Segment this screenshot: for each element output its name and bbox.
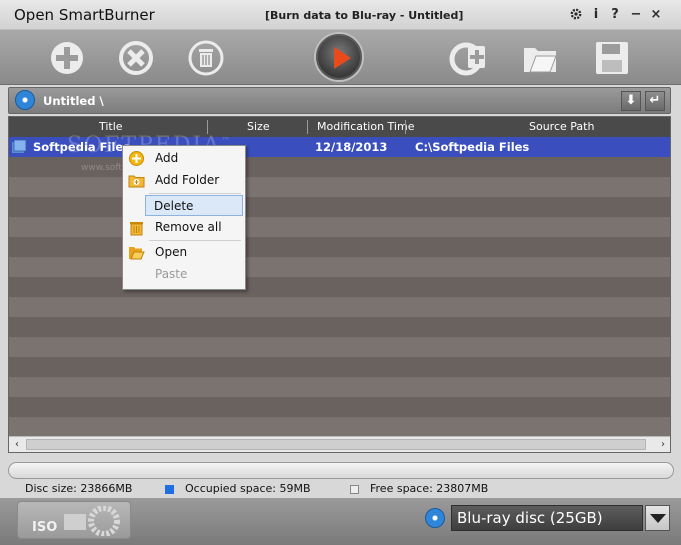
burn-play-icon [334,47,351,69]
chevron-down-icon[interactable] [645,505,670,531]
folder-icon [12,139,27,153]
add-folder-icon [128,175,145,188]
open-folder-button[interactable] [520,38,560,78]
breadcrumb-path: Untitled \ [43,94,104,108]
menu-item-add-folder[interactable]: Add Folder [125,170,243,191]
remove-icon [119,41,153,75]
back-arrow-icon[interactable]: ↵ [645,91,665,111]
disc-icon [15,90,35,110]
burn-button[interactable] [316,34,362,80]
save-icon [596,42,628,74]
menu-item-paste[interactable]: Paste [125,264,243,285]
disc-size-text: Disc size: 23866MB [25,482,133,495]
scroll-right-icon[interactable]: › [656,438,670,452]
trash-icon [130,222,143,236]
empty-row [9,417,670,437]
menu-item-remove-all[interactable]: Remove all [125,217,243,238]
empty-row [9,357,670,377]
table-body: Softpedia Files 12/18/2013 C:\Softpedia … [9,137,670,437]
iso-button[interactable]: ISO [17,501,131,539]
free-legend-icon [350,485,359,494]
breadcrumb: Untitled \ ⬇ ↵ [8,87,671,114]
occupied-legend-icon [165,485,174,494]
empty-row [9,197,670,217]
close-icon[interactable]: × [648,7,664,23]
trash-icon [188,40,224,76]
menu-item-open[interactable]: Open [125,242,243,263]
row-modified: 12/18/2013 [315,140,388,154]
scroll-thumb[interactable] [26,439,646,450]
remove-button[interactable] [116,38,156,78]
add-disc-icon [449,42,485,76]
column-title[interactable]: Title [99,120,123,133]
context-menu: Add Add Folder Delete Remove all Open Pa… [122,145,246,290]
scroll-left-icon[interactable]: ‹ [10,438,24,452]
minimize-icon[interactable]: − [628,7,644,23]
trash-button[interactable] [186,38,226,78]
disc-type-value[interactable]: Blu-ray disc (25GB) [451,505,643,531]
menu-item-delete[interactable]: Delete [145,195,243,216]
gear-icon[interactable] [568,7,584,23]
empty-row [9,237,670,257]
empty-row [9,277,670,297]
empty-row [9,397,670,417]
empty-row [9,217,670,237]
column-source-path[interactable]: Source Path [529,120,594,133]
empty-row [9,317,670,337]
empty-row [9,257,670,277]
open-folder-icon [129,247,145,260]
bottom-bar: ISO Blu-ray disc (25GB) [0,498,681,545]
help-icon[interactable]: ? [607,7,623,23]
save-button[interactable] [592,38,632,78]
title-bar: Open SmartBurner [Burn data to Blu-ray -… [0,0,681,30]
add-disc-button[interactable] [449,38,489,78]
free-space-text: Free space: 23807MB [370,482,489,495]
open-folder-icon [524,48,557,73]
app-title: Open SmartBurner [14,6,155,24]
empty-row [9,337,670,357]
column-modified[interactable]: Modification Time [317,120,414,133]
add-button[interactable] [47,38,87,78]
empty-row [9,177,670,197]
horizontal-scrollbar[interactable]: ‹ › [9,436,670,452]
column-size[interactable]: Size [247,120,270,133]
disc-type-select[interactable]: Blu-ray disc (25GB) [425,505,671,531]
disc-usage-bar [8,462,674,479]
occupied-space-text: Occupied space: 59MB [185,482,311,495]
row-source-path: C:\Softpedia Files [415,140,530,154]
empty-row [9,377,670,397]
menu-item-add[interactable]: Add [125,148,243,169]
empty-row [9,297,670,317]
info-icon[interactable]: i [588,7,604,23]
status-bar: Disc size: 23866MB Occupied space: 59MB … [0,480,681,498]
bluray-disc-icon [425,508,445,528]
add-icon [129,151,144,166]
down-arrow-icon[interactable]: ⬇ [621,91,641,111]
document-title: [Burn data to Blu-ray - Untitled] [265,9,464,22]
iso-disc-icon [64,506,120,536]
add-icon [51,42,83,74]
